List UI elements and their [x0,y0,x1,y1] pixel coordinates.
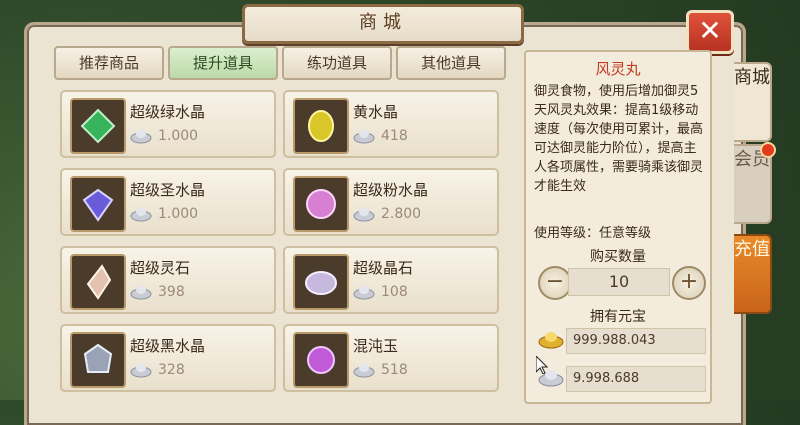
item-price: 108 [381,284,408,300]
green-crystal-icon [70,98,126,154]
black-crystal-icon [70,332,126,388]
decrease-quantity-button[interactable]: − [538,266,572,300]
crystal-stone-icon [293,254,349,310]
item-card[interactable]: 混沌玉 518 [283,324,499,392]
quantity-stepper: − 10 + [538,266,706,300]
item-price: 2.800 [381,206,422,222]
item-price: 1.000 [158,128,199,144]
shop-title: 商城 [242,4,524,44]
item-price: 398 [158,284,185,300]
silver-ingot-icon [130,208,152,222]
item-name: 超级灵石 [130,259,191,277]
tab-recommended[interactable]: 推荐商品 [54,46,164,80]
item-card[interactable]: 超级晶石 108 [283,246,499,314]
spirit-stone-icon [70,254,126,310]
holy-crystal-icon [70,176,126,232]
silver-ingot-icon [130,286,152,300]
mouse-pointer-icon [536,356,548,374]
quantity-label: 购买数量 [590,249,646,265]
detail-title: 风灵丸 [595,60,641,78]
item-card[interactable]: 超级圣水晶 1.000 [60,168,276,236]
item-card[interactable]: 超级灵石 398 [60,246,276,314]
notification-dot [760,142,776,158]
close-button[interactable]: ✕ [686,10,734,54]
item-card[interactable]: 超级绿水晶 1.000 [60,90,276,158]
silver-ingot-icon [130,364,152,378]
silver-balance: 9.998.688 [566,366,706,392]
game-background: 商城 ✕ 推荐商品 提升道具 练功道具 其他道具 超级绿水晶 1.000 黄水晶… [0,0,800,425]
increase-quantity-button[interactable]: + [672,266,706,300]
gold-balance: 999.988.043 [566,328,706,354]
pink-crystal-icon [293,176,349,232]
silver-ingot-icon [353,286,375,300]
side-tab-recharge[interactable]: 充值 [734,234,772,314]
tab-other-items[interactable]: 其他道具 [396,46,506,80]
chaos-jade-icon [293,332,349,388]
item-card[interactable]: 黄水晶 418 [283,90,499,158]
yellow-crystal-icon [293,98,349,154]
item-grid: 超级绿水晶 1.000 黄水晶 418 超级圣水晶 1.000 超级粉水晶 2.… [55,88,505,400]
item-name: 超级晶石 [353,259,414,277]
item-name: 超级粉水晶 [353,181,429,199]
item-name: 混沌玉 [353,337,399,355]
silver-ingot-icon [353,208,375,222]
item-name: 超级圣水晶 [130,181,206,199]
silver-balance-row: 9.998.688 [538,366,706,392]
item-price: 1.000 [158,206,199,222]
silver-ingot-icon [353,364,375,378]
gold-balance-row: 999.988.043 [538,328,706,354]
detail-description: 御灵食物，使用后增加御灵5天风灵丸效果：提高1级移动速度（每次使用可累计，最高可… [534,84,704,194]
item-detail-panel: 风灵丸 御灵食物，使用后增加御灵5天风灵丸效果：提高1级移动速度（每次使用可累计… [524,50,712,404]
item-price: 418 [381,128,408,144]
detail-required-level: 使用等级：任意等级 [534,226,652,241]
silver-ingot-icon [130,130,152,144]
tab-upgrade-items[interactable]: 提升道具 [168,46,278,80]
item-card[interactable]: 超级粉水晶 2.800 [283,168,499,236]
item-price: 518 [381,362,408,378]
item-name: 超级黑水晶 [130,337,206,355]
quantity-input[interactable]: 10 [568,268,670,296]
side-tab-shop[interactable]: 商城 [734,62,772,142]
item-name: 超级绿水晶 [130,103,206,121]
item-card[interactable]: 超级黑水晶 328 [60,324,276,392]
item-price: 328 [158,362,185,378]
item-name: 黄水晶 [353,103,399,121]
gold-ingot-icon [538,332,564,349]
silver-ingot-icon [353,130,375,144]
owned-currency-label: 拥有元宝 [590,309,646,325]
tab-training-items[interactable]: 练功道具 [282,46,392,80]
